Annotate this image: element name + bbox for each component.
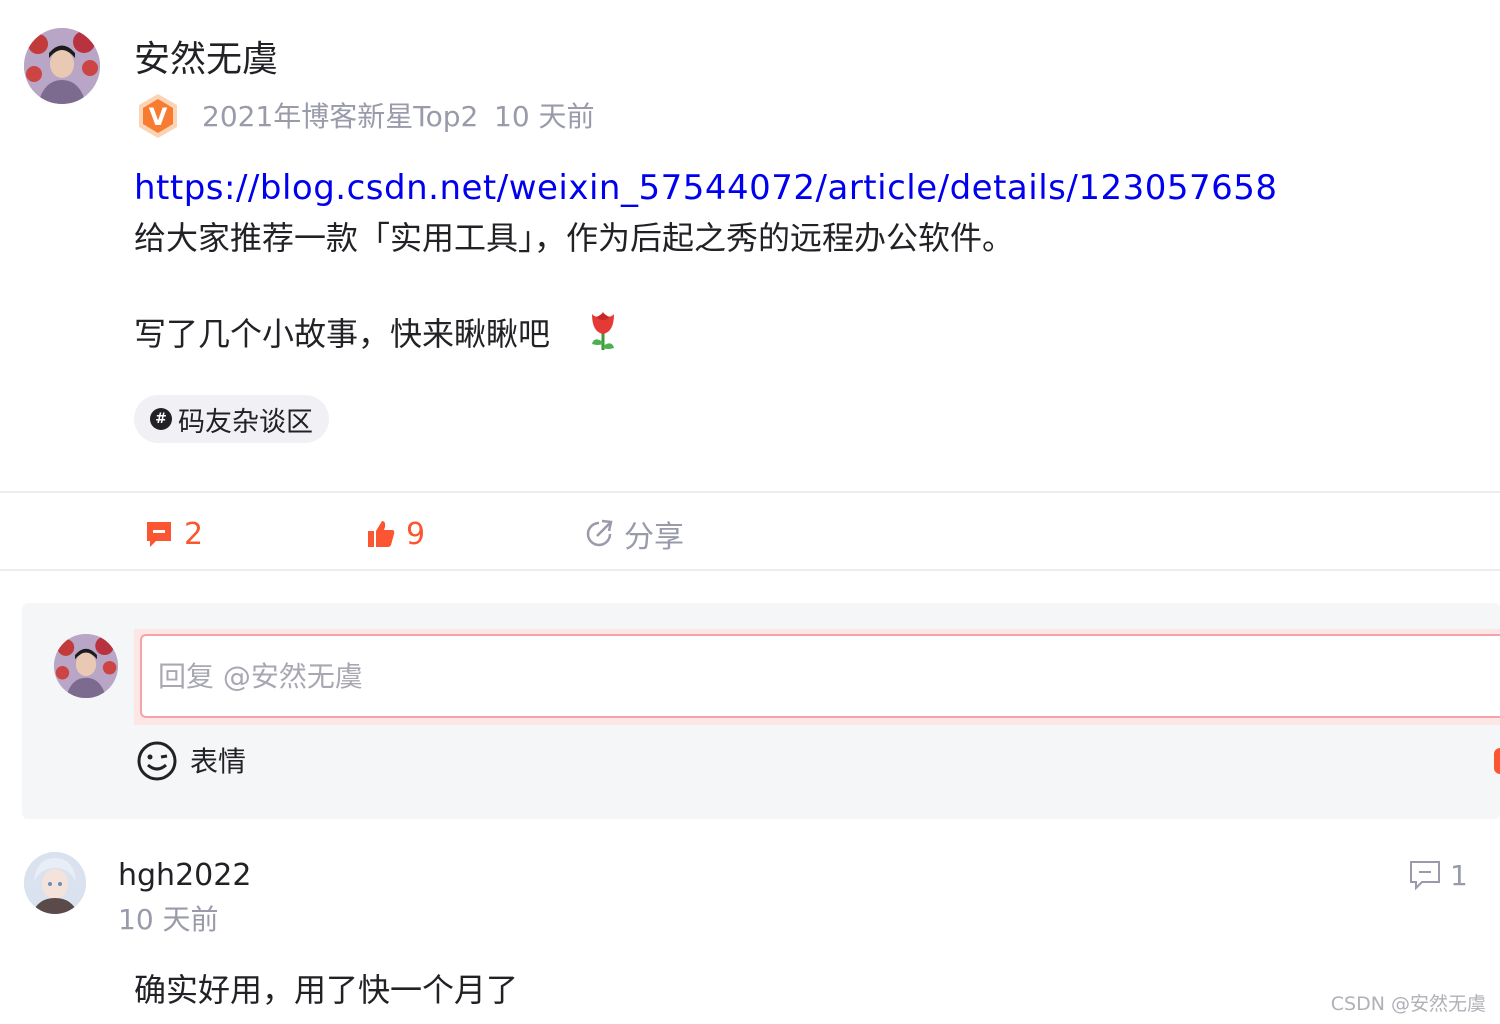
comment-time: 10 天前 xyxy=(118,903,219,936)
share-button[interactable]: 分享 xyxy=(584,512,684,556)
comment-button[interactable]: 2 xyxy=(144,512,203,556)
watermark: CSDN @安然无虞 xyxy=(1330,993,1486,1015)
emoji-button-label[interactable]: 表情 xyxy=(190,742,246,782)
commenter-avatar[interactable] xyxy=(24,852,86,914)
hashtag-icon: # xyxy=(150,408,172,430)
post-text-line: 给大家推荐一款「实用工具」，作为后起之秀的远程办公软件。 xyxy=(134,219,1015,257)
submit-button-edge[interactable] xyxy=(1494,748,1500,774)
current-user-avatar xyxy=(54,634,118,698)
comment-icon xyxy=(147,522,171,547)
like-button[interactable]: 9 xyxy=(366,512,425,556)
author-name[interactable]: 安然无虞 xyxy=(134,38,278,82)
blog-star-badge-icon: V xyxy=(136,92,180,140)
commenter-name[interactable]: hgh2022 xyxy=(118,856,251,896)
post-time: 10 天前 xyxy=(494,100,595,133)
emoji-icon[interactable] xyxy=(136,740,178,782)
like-count: 9 xyxy=(406,516,426,552)
thumbs-up-icon xyxy=(368,521,395,547)
post-text-line: 写了几个小故事，快来瞅瞅吧 xyxy=(134,315,551,353)
svg-text:V: V xyxy=(149,103,168,131)
author-title: 2021年博客新星Top2 xyxy=(202,100,479,133)
comment-count: 2 xyxy=(184,516,204,552)
reply-icon[interactable] xyxy=(1408,858,1442,892)
topic-label: 码友杂谈区 xyxy=(178,406,313,438)
topic-tag[interactable]: # 码友杂谈区 xyxy=(134,395,329,443)
rose-icon xyxy=(584,306,622,354)
author-avatar[interactable] xyxy=(24,28,100,104)
article-link[interactable]: https://blog.csdn.net/weixin_57544072/ar… xyxy=(134,166,1278,210)
divider xyxy=(0,491,1500,493)
reply-count: 1 xyxy=(1450,859,1468,892)
reply-input[interactable] xyxy=(140,634,1500,718)
comment-text: 确实好用，用了快一个月了 xyxy=(134,971,519,1009)
share-label: 分享 xyxy=(624,520,684,555)
share-icon xyxy=(586,519,613,547)
divider xyxy=(0,569,1500,571)
